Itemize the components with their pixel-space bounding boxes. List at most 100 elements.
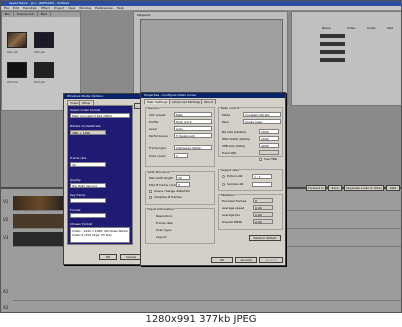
mode-label: Mode <box>222 113 231 117</box>
menu-effect[interactable]: Effect <box>41 6 50 10</box>
bitrate-select[interactable]: CBR + 1000 <box>70 130 106 135</box>
group-label: GOP structure <box>148 170 170 174</box>
level-select[interactable]: Auto <box>174 126 212 131</box>
track-label: V2 <box>3 217 9 222</box>
properties-panel: Name Video Audio Size <box>291 11 401 106</box>
mode-select[interactable]: Constant bitrate <box>243 112 281 117</box>
use-hrd-label: Use HRD <box>264 157 278 161</box>
quality-select[interactable]: Top Rate Second <box>70 183 106 188</box>
codec-apply-button[interactable]: Applica <box>259 257 283 263</box>
video-clip[interactable] <box>13 196 68 210</box>
sample-ar-select[interactable] <box>252 182 272 187</box>
group-label: Generic <box>148 106 160 110</box>
cpb-size-input[interactable]: 4000 <box>259 143 279 148</box>
bin-thumbnail[interactable] <box>7 32 27 48</box>
max-gop-input[interactable]: 33 <box>176 175 190 180</box>
forward-in-button[interactable]: Forward In <box>306 185 326 191</box>
scene-change-checkbox[interactable] <box>149 190 152 193</box>
tab-scenes-cut[interactable]: Scenes Cut <box>14 12 38 17</box>
video-clip[interactable] <box>13 214 68 228</box>
scene-change-label: Scene change detection <box>154 189 191 193</box>
wmo-ok-button[interactable]: OK <box>99 254 117 260</box>
hrd-buffer-input[interactable]: 2000 <box>259 136 279 141</box>
average-speed-value: 0.00 <box>253 205 273 210</box>
rate-control-group: Rate control Mode Constant bitrate Pass … <box>218 106 283 157</box>
max-b-frames-label: Max B frame count <box>149 183 178 187</box>
use-hrd-checkbox[interactable] <box>259 158 262 161</box>
property-row[interactable] <box>320 50 345 54</box>
restore-default-button[interactable]: Restore default <box>249 235 281 241</box>
app-window: Speed Razor - [C:\...\DEFAULT] - Untitle… <box>0 0 402 313</box>
bin-item-label: 003.avi <box>7 80 19 84</box>
bin-thumbnail[interactable] <box>7 62 27 78</box>
key-frame-input[interactable] <box>70 198 106 203</box>
column-name: Name <box>322 26 331 30</box>
input-resolution: Resolution: <box>156 214 173 218</box>
slice-count-input[interactable]: 1 <box>174 153 188 158</box>
frame-type-select[interactable]: Interlaced (Note) <box>174 145 212 150</box>
average-fps-label: Average fps <box>222 213 240 217</box>
bitrate-label: Bitrate mode/bitrate <box>70 124 101 128</box>
track-a2[interactable] <box>13 301 401 312</box>
performance-label: Performance <box>149 134 169 138</box>
tab-about[interactable]: About <box>201 99 216 104</box>
input-info-group: Input information Resolution: Frame rate… <box>145 207 215 244</box>
menu-preferences[interactable]: Preferences <box>95 6 113 10</box>
bin-thumbnail[interactable] <box>34 32 54 48</box>
menu-project[interactable]: Project <box>54 6 64 10</box>
preview-title: Playback <box>137 13 151 17</box>
codec-cancel-button[interactable]: Annulla <box>235 257 257 263</box>
property-row[interactable] <box>320 58 345 62</box>
tab-bin[interactable]: Bin <box>2 12 14 17</box>
overall-psnr-label: Overall PSNR <box>222 220 242 224</box>
pass-select[interactable]: Single pass <box>243 119 281 124</box>
track-a1[interactable] <box>13 285 401 301</box>
avc-preset-select[interactable]: Main <box>174 112 212 117</box>
codec-select[interactable]: Main Concept H.264 (MP4) <box>70 113 130 118</box>
avc-preset-label: AVC preset <box>149 113 166 117</box>
configure-video-codec-dialog: Properties - Configure Video Codec Main … <box>140 92 286 266</box>
tab-advanced-settings[interactable]: Advanced Settings <box>169 99 204 104</box>
bitrate-kbps-label: Bit rate (kbits/s) <box>222 130 247 134</box>
tab-main-settings[interactable]: Main Settings <box>144 99 171 104</box>
menu-transition[interactable]: Transition <box>23 6 38 10</box>
bin-thumbnail[interactable] <box>34 62 54 78</box>
fixed-qp-input[interactable] <box>259 150 279 155</box>
max-b-frames-input[interactable]: 3 <box>176 182 190 187</box>
save-button[interactable]: Save <box>328 185 342 191</box>
profile-select[interactable]: High 4:2:2 <box>174 119 212 124</box>
gop-group: GOP structure Max GOP length 33 Max B fr… <box>145 170 215 205</box>
slice-count-label: Slice count <box>149 154 166 158</box>
sample-ar-radio[interactable] <box>222 183 225 186</box>
frame-rate-select[interactable]: 30 <box>70 162 106 167</box>
menu-file[interactable]: File <box>4 6 9 10</box>
menu-window[interactable]: Window <box>79 6 91 10</box>
adaptive-b-label: Adaptive B frames <box>154 195 182 199</box>
adaptive-b-checkbox[interactable] <box>149 196 152 199</box>
video-clip[interactable] <box>13 232 68 246</box>
property-row[interactable] <box>320 34 345 38</box>
wmo-cancel-button[interactable]: Cancel <box>120 254 142 260</box>
menu-edit[interactable]: Edit <box>13 6 19 10</box>
group-label: Input information <box>148 207 175 211</box>
preview-screen <box>140 19 283 97</box>
bin-tabs: Bin Scenes Cut Bins <box>2 12 80 17</box>
average-fps-value: 0.00 <box>253 212 273 217</box>
bitrate-kbps-input[interactable]: 1000 <box>259 129 279 134</box>
tab-bins[interactable]: Bins <box>38 12 51 17</box>
performance-select[interactable]: 5 (balanced) <box>174 133 212 138</box>
format-select[interactable] <box>70 213 106 218</box>
picture-ar-select[interactable]: 1 : 1 <box>252 174 272 179</box>
menu-view[interactable]: View <box>68 6 75 10</box>
input-layout: Layout: <box>156 235 168 239</box>
picture-ar-radio[interactable] <box>222 175 225 178</box>
generic-group: Generic AVC preset Main Profile High 4:2… <box>145 106 215 167</box>
fixed-qp-label: Fixed QPs <box>222 151 237 155</box>
encoded-frames-value: 0 <box>253 198 273 203</box>
property-row[interactable] <box>320 42 345 46</box>
track-label: A1 <box>3 289 9 294</box>
menu-help[interactable]: Help <box>117 6 124 10</box>
separate-audio-video-button[interactable]: Separate Audio & Video <box>344 185 384 191</box>
split-button[interactable]: Split <box>386 185 400 191</box>
codec-ok-button[interactable]: OK <box>211 257 233 263</box>
